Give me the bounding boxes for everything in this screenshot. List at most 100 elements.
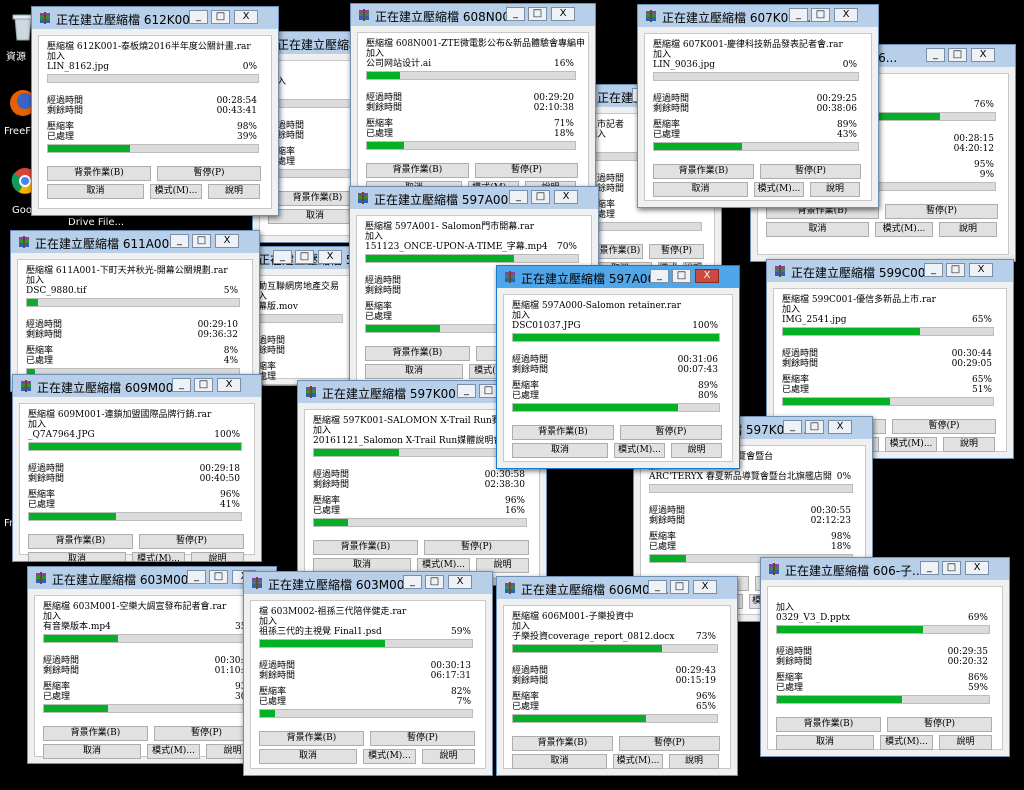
- close-button[interactable]: X: [448, 575, 472, 589]
- minimize-button[interactable]: _: [926, 48, 945, 62]
- help-button[interactable]: 說明: [191, 552, 244, 561]
- background-button[interactable]: 背景作業(B): [313, 540, 418, 555]
- minimize-button[interactable]: _: [924, 263, 943, 277]
- close-button[interactable]: X: [234, 10, 258, 24]
- pause-button[interactable]: 暫停(P): [139, 534, 244, 549]
- help-button[interactable]: 說明: [671, 443, 722, 458]
- minimize-button[interactable]: _: [648, 580, 667, 594]
- minimize-button[interactable]: _: [506, 7, 525, 21]
- minimize-button[interactable]: _: [170, 234, 189, 248]
- close-button[interactable]: X: [693, 580, 717, 594]
- cancel-button[interactable]: 取消: [653, 182, 748, 197]
- minimize-button[interactable]: _: [650, 269, 669, 283]
- title-bar[interactable]: 正在建立壓縮檔 603M00..._□X: [244, 572, 492, 594]
- background-button[interactable]: 背景作業(B): [366, 163, 469, 178]
- pause-button[interactable]: 暫停(P): [649, 244, 704, 259]
- maximize-button[interactable]: □: [531, 190, 550, 204]
- mode-button[interactable]: 模式(M)...: [885, 437, 937, 452]
- pause-button[interactable]: 暫停(P): [475, 163, 578, 178]
- minimize-button[interactable]: _: [189, 10, 208, 24]
- cancel-button[interactable]: 取消: [259, 749, 357, 764]
- close-button[interactable]: X: [828, 420, 852, 434]
- cancel-button[interactable]: 取消: [43, 744, 141, 759]
- help-button[interactable]: 說明: [939, 735, 992, 750]
- close-button[interactable]: X: [217, 378, 241, 392]
- close-button[interactable]: X: [554, 190, 578, 204]
- help-button[interactable]: 說明: [422, 749, 475, 764]
- help-button[interactable]: 說明: [669, 754, 719, 769]
- title-bar[interactable]: 正在建立壓縮檔 612K001... _ □ X: [32, 7, 278, 29]
- close-button[interactable]: X: [971, 48, 995, 62]
- title-bar[interactable]: 正在建立壓縮檔 609M00... _ □ X: [13, 375, 261, 397]
- background-button[interactable]: 背景作業(B): [47, 166, 151, 181]
- maximize-button[interactable]: □: [942, 561, 961, 575]
- cancel-button[interactable]: 取消: [512, 443, 608, 458]
- minimize-button[interactable]: _: [920, 561, 939, 575]
- help-button[interactable]: 說明: [943, 437, 995, 452]
- close-button[interactable]: X: [834, 8, 858, 22]
- minimize-button[interactable]: _: [273, 250, 292, 264]
- title-bar[interactable]: 正在建立壓縮檔 607K001... _ □ X: [638, 5, 878, 27]
- help-button[interactable]: 說明: [939, 222, 997, 237]
- minimize-button[interactable]: _: [789, 8, 808, 22]
- minimize-button[interactable]: _: [457, 384, 476, 398]
- maximize-button[interactable]: □: [194, 378, 213, 392]
- maximize-button[interactable]: □: [192, 234, 211, 248]
- pause-button[interactable]: 暫停(P): [157, 166, 261, 181]
- pause-button[interactable]: 暫停(P): [885, 204, 998, 219]
- background-button[interactable]: 背景作業(B): [259, 731, 364, 746]
- maximize-button[interactable]: □: [946, 263, 965, 277]
- minimize-button[interactable]: _: [172, 378, 191, 392]
- mode-button[interactable]: 模式(M)...: [875, 222, 933, 237]
- background-button[interactable]: 背景作業(B): [43, 726, 148, 741]
- minimize-button[interactable]: _: [783, 420, 802, 434]
- background-button[interactable]: 背景作業(B): [776, 717, 881, 732]
- maximize-button[interactable]: □: [805, 420, 824, 434]
- close-button[interactable]: X: [695, 269, 719, 283]
- cancel-button[interactable]: 取消: [365, 364, 463, 379]
- title-bar[interactable]: 正在建立壓縮檔 611A00... _ □ X: [11, 231, 259, 253]
- pause-button[interactable]: 暫停(P): [887, 717, 992, 732]
- minimize-button[interactable]: _: [187, 570, 206, 584]
- maximize-button[interactable]: □: [672, 269, 691, 283]
- maximize-button[interactable]: □: [209, 570, 228, 584]
- help-button[interactable]: 說明: [810, 182, 860, 197]
- title-bar[interactable]: 正在建立壓縮檔 603M00..._□X: [28, 567, 276, 589]
- pause-button[interactable]: 暫停(P): [370, 731, 475, 746]
- mode-button[interactable]: 模式(M)...: [147, 744, 200, 759]
- minimize-button[interactable]: _: [403, 575, 422, 589]
- cancel-button[interactable]: 取消: [28, 552, 126, 561]
- close-button[interactable]: X: [215, 234, 239, 248]
- cancel-button[interactable]: 取消: [766, 222, 869, 237]
- minimize-button[interactable]: _: [509, 190, 528, 204]
- help-button[interactable]: 說明: [208, 184, 260, 199]
- mode-button[interactable]: 模式(M)...: [880, 735, 933, 750]
- cancel-button[interactable]: 取消: [776, 735, 874, 750]
- pause-button[interactable]: 暫停(P): [424, 540, 529, 555]
- pause-button[interactable]: 暫停(P): [892, 419, 996, 434]
- desktop-icon-label-drive[interactable]: Drive File...: [68, 217, 124, 228]
- mode-button[interactable]: 模式(M)...: [613, 754, 663, 769]
- cancel-button[interactable]: 取消: [512, 754, 607, 769]
- maximize-button[interactable]: □: [211, 10, 230, 24]
- background-button[interactable]: 背景作業(B): [512, 425, 614, 440]
- maximize-button[interactable]: □: [670, 580, 689, 594]
- desktop-icon-label-firefox[interactable]: FreeF: [4, 126, 31, 137]
- pause-button[interactable]: 暫停(P): [619, 736, 720, 751]
- pause-button[interactable]: 暫停(P): [620, 425, 722, 440]
- mode-button[interactable]: 模式(M)...: [754, 182, 804, 197]
- background-button[interactable]: 背景作業(B): [28, 534, 133, 549]
- mode-button[interactable]: 模式(M)...: [614, 443, 665, 458]
- background-button[interactable]: 背景作業(B): [365, 346, 470, 361]
- title-bar[interactable]: 正在建立壓縮檔 606M00... _ □ X: [497, 577, 737, 599]
- title-bar[interactable]: 正在建立壓縮檔 606-子... _ □ X: [761, 558, 1009, 580]
- maximize-button[interactable]: □: [811, 8, 830, 22]
- background-button[interactable]: 背景作業(B): [653, 164, 754, 179]
- desktop-icon-label-recycle[interactable]: 資源: [6, 48, 26, 63]
- title-bar[interactable]: 正在建立壓縮檔 597A00..._□ X: [497, 266, 739, 288]
- title-bar[interactable]: 正在建立壓縮檔 597A00..._□ X: [350, 187, 598, 209]
- cancel-button[interactable]: 取消: [47, 184, 144, 199]
- maximize-button[interactable]: □: [295, 250, 314, 264]
- maximize-button[interactable]: □: [425, 575, 444, 589]
- close-button[interactable]: X: [318, 250, 342, 264]
